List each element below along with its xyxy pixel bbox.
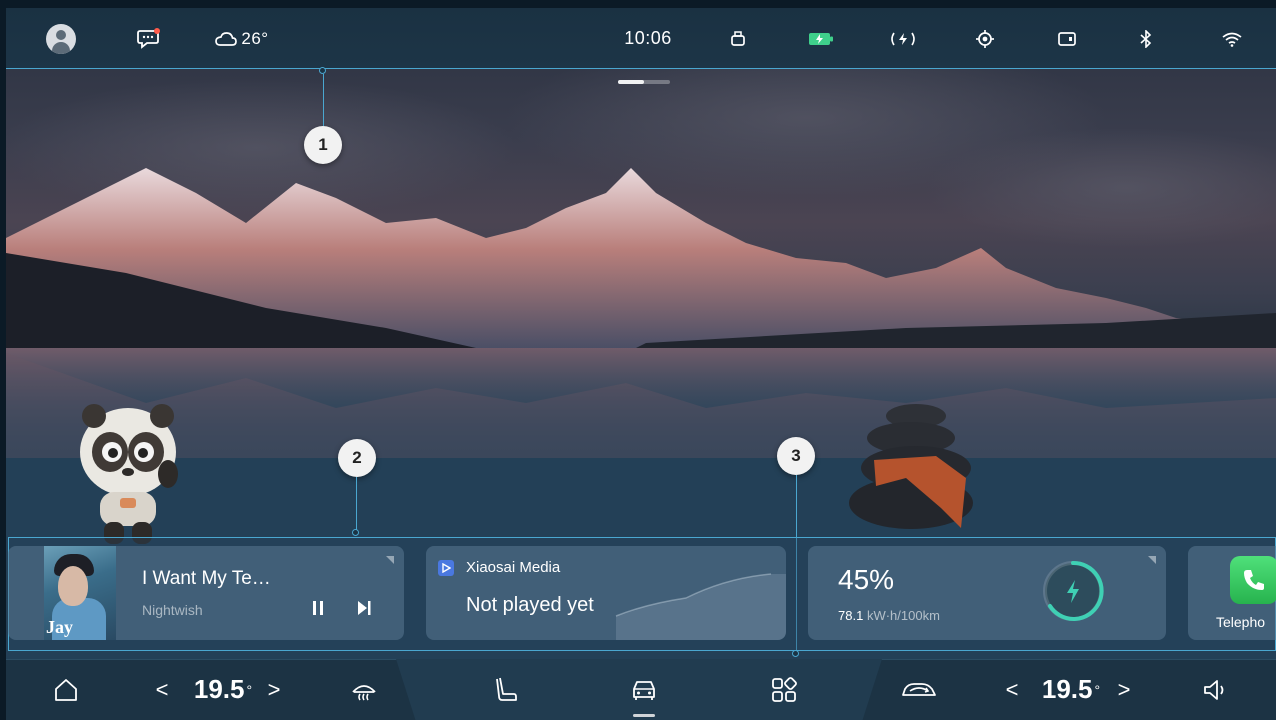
right-temp-increase-button[interactable]: > bbox=[1112, 659, 1136, 720]
callout-3-marker: 3 bbox=[777, 437, 815, 475]
album-cover[interactable]: Jay bbox=[44, 546, 116, 640]
album-cover-text: Jay bbox=[46, 617, 73, 637]
message-button[interactable] bbox=[134, 8, 164, 69]
telephone-label: Telepho bbox=[1216, 614, 1266, 630]
wifi-status bbox=[1220, 8, 1244, 69]
volume-icon bbox=[1204, 679, 1224, 700]
bluetooth-icon bbox=[1140, 29, 1152, 48]
page-indicator bbox=[618, 80, 670, 84]
weather-widget[interactable]: 26° bbox=[210, 8, 274, 69]
right-temperature-degree: ° bbox=[1094, 681, 1101, 698]
callout-1-line bbox=[323, 74, 324, 126]
charging-ring-icon bbox=[1043, 560, 1104, 621]
media-card[interactable]: Xiaosai Media Not played yet bbox=[426, 546, 786, 640]
media-app-name: Xiaosai Media bbox=[466, 559, 561, 576]
home-icon bbox=[55, 678, 77, 701]
energy-consumption: 78.1 kW·h/100km bbox=[838, 608, 940, 623]
volume-button[interactable] bbox=[1196, 659, 1236, 720]
right-temp-decrease-button[interactable]: < bbox=[1000, 659, 1024, 720]
cloud-icon bbox=[215, 31, 238, 46]
battery-percent: 45% bbox=[838, 564, 895, 595]
left-temperature-degree: ° bbox=[246, 681, 253, 698]
wireless-charging-status bbox=[886, 8, 920, 69]
right-temperature-value: 19.5 bbox=[1041, 674, 1093, 704]
vehicle-button[interactable] bbox=[624, 659, 664, 720]
telephone-icon bbox=[1230, 556, 1276, 604]
media-status: Not played yet bbox=[466, 594, 594, 616]
card-expand-indicator bbox=[1148, 556, 1156, 564]
right-temperature: 19.5 ° bbox=[1036, 659, 1106, 720]
apps-grid-icon bbox=[772, 676, 797, 702]
status-bar: 26° 10:06 bbox=[6, 8, 1276, 69]
callout-1-anchor bbox=[319, 67, 326, 74]
pause-icon bbox=[313, 601, 323, 615]
avatar bbox=[46, 23, 76, 54]
seat-button[interactable] bbox=[486, 659, 526, 720]
active-tab-indicator bbox=[633, 714, 655, 717]
next-track-button[interactable] bbox=[352, 596, 376, 620]
album-art-face bbox=[58, 566, 88, 606]
callout-2-marker: 2 bbox=[338, 439, 376, 477]
left-temp-increase-button[interactable]: > bbox=[262, 659, 286, 720]
location-icon bbox=[976, 29, 994, 48]
usb-icon bbox=[731, 30, 745, 46]
home-button[interactable] bbox=[46, 659, 86, 720]
card-expand-indicator bbox=[386, 556, 394, 564]
dashcam-status bbox=[1056, 8, 1080, 69]
rear-defrost-button[interactable] bbox=[344, 659, 384, 720]
usb-status bbox=[726, 8, 750, 69]
skip-next-icon bbox=[358, 601, 371, 615]
rear-defrost-icon bbox=[352, 684, 376, 700]
weather-temperature: 26° bbox=[241, 28, 269, 48]
song-artist: Nightwish bbox=[142, 602, 203, 618]
car-infotainment-screen: 26° 10:06 1 2 3 Jay I Want My Te… Nightw… bbox=[0, 0, 1276, 720]
car-recirculation-icon bbox=[902, 682, 936, 696]
battery-icon bbox=[809, 32, 833, 45]
callout-2-anchor bbox=[352, 529, 359, 536]
clock: 10:06 bbox=[624, 28, 672, 48]
seat-icon bbox=[496, 677, 517, 701]
left-temperature: 19.5 ° bbox=[188, 659, 258, 720]
left-temperature-value: 19.5 bbox=[193, 674, 245, 704]
callout-3-anchor bbox=[792, 650, 799, 657]
energy-card[interactable]: 45% 78.1 kW·h/100km bbox=[808, 546, 1166, 640]
dashcam-icon bbox=[1058, 31, 1076, 46]
user-avatar-button[interactable] bbox=[46, 8, 76, 69]
energy-consumption-unit: kW·h/100km bbox=[866, 608, 940, 623]
callout-1-marker: 1 bbox=[304, 126, 342, 164]
pause-button[interactable] bbox=[306, 596, 330, 620]
energy-consumption-value: 78.1 bbox=[838, 608, 864, 623]
wifi-icon bbox=[1222, 32, 1242, 47]
left-temp-decrease-button[interactable]: < bbox=[150, 659, 174, 720]
callout-2-line bbox=[356, 477, 357, 531]
message-icon bbox=[137, 27, 160, 49]
music-card[interactable]: Jay I Want My Te… Nightwish bbox=[8, 546, 404, 640]
battery-status bbox=[806, 8, 836, 69]
air-circulation-button[interactable] bbox=[896, 659, 942, 720]
car-front-icon bbox=[633, 680, 655, 700]
play-app-icon bbox=[438, 560, 454, 576]
phone-card[interactable]: Telepho bbox=[1188, 546, 1276, 640]
song-title: I Want My Te… bbox=[142, 568, 271, 589]
apps-button[interactable] bbox=[764, 659, 804, 720]
bluetooth-status bbox=[1136, 8, 1156, 69]
wireless-charging-icon bbox=[891, 32, 915, 45]
location-status bbox=[974, 8, 996, 69]
